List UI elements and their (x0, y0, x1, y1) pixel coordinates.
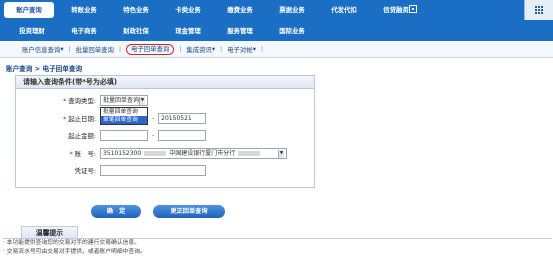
nav-item-account-query[interactable]: 账户查询 (4, 2, 54, 18)
subnav-batch-receipt[interactable]: 批量回单查询 (76, 45, 114, 54)
subnav-integrated-info[interactable]: 集成资讯 ▾ (186, 45, 215, 54)
amount-range-row: 起止金额: - (0, 130, 207, 141)
option-single[interactable]: 单笔回单查询 (101, 116, 147, 124)
dropdown-arrow-icon: ▼ (278, 149, 284, 158)
nav-item-investment[interactable]: 投资理财 (6, 23, 58, 39)
tip-line: · 交易流水号可由交易对手提供，或者账户明细中查询。 (3, 249, 146, 255)
grid-icon (535, 6, 544, 15)
max-amount-field[interactable] (158, 130, 207, 141)
expand-menu-icon[interactable] (409, 5, 417, 13)
tips-content: · 本功能提供查询您的交易对手的建行交易确认信息。 · 交易流水号可由交易对手提… (3, 238, 552, 261)
query-type-select[interactable]: 批量回单查询 ▼ (100, 95, 148, 106)
voucher-row: 凭证号: (0, 165, 206, 176)
subnav-account-info[interactable]: 账户信息查询 ▾ (22, 45, 64, 54)
chevron-down-icon: ▾ (211, 45, 216, 53)
top-navigation: 账户查询 转账业务 特色业务 卡类业务 缴费业务 票据业务 代发代扣 信贷融资 … (0, 0, 553, 41)
chevron-down-icon: ▾ (60, 45, 64, 53)
account-select[interactable]: 3510152300 中国建设银行厦门市分行 ▼ (100, 148, 287, 159)
nav-row-secondary: 投资理财 电子商务 财政社保 现金管理 服务管理 国际业务 (0, 21, 318, 41)
nav-item-ecommerce[interactable]: 电子商务 (58, 23, 110, 39)
sub-navigation: 账户信息查询 ▾ | 批量回单查询 | 电子回单查询 | 集成资讯 ▾ | 电子对帐… (0, 41, 553, 58)
apps-button[interactable] (524, 0, 553, 20)
account-row: * 账 号: 3510152300 中国建设银行厦门市分行 ▼ (0, 148, 287, 159)
switch-query-button[interactable]: 更正回单查询 (153, 205, 225, 218)
query-type-row: * 查询类型: 批量回单查询 ▼ (0, 95, 148, 106)
form-header: 请输入查询条件(带*号为必填) (16, 76, 314, 89)
breadcrumb: 账户查询 > 电子回单查询 (6, 65, 83, 73)
nav-item-agency[interactable]: 代发代扣 (318, 2, 370, 18)
tips-section: 温馨提示 · 本功能提供查询您的交易对手的建行交易确认信息。 · 交易流水号可由… (3, 224, 553, 261)
confirm-button[interactable]: 确 定 (91, 205, 141, 218)
subnav-e-receipt[interactable]: 电子回单查询 (125, 43, 175, 55)
nav-item-service[interactable]: 服务管理 (214, 23, 266, 39)
nav-item-international[interactable]: 国际业务 (266, 23, 318, 39)
min-amount-field[interactable] (100, 130, 148, 141)
nav-item-bill[interactable]: 票据业务 (266, 2, 318, 18)
nav-item-special[interactable]: 特色业务 (110, 2, 162, 18)
voucher-number-field[interactable] (100, 165, 206, 176)
dropdown-arrow-icon: ▼ (139, 96, 145, 105)
nav-item-payment[interactable]: 缴费业务 (214, 2, 266, 18)
subnav-reconciliation[interactable]: 电子对帐 ▾ (227, 45, 256, 54)
nav-item-transfer[interactable]: 转账业务 (58, 2, 110, 18)
nav-item-card[interactable]: 卡类业务 (162, 2, 214, 18)
nav-item-cash[interactable]: 现金管理 (162, 23, 214, 39)
chevron-down-icon: ▾ (252, 45, 256, 53)
nav-row-primary: 账户查询 转账业务 特色业务 卡类业务 缴费业务 票据业务 代发代扣 信贷融资 (0, 0, 422, 20)
nav-item-finance[interactable]: 财政社保 (110, 23, 162, 39)
end-date-field[interactable]: 20150521 (158, 113, 207, 124)
option-batch[interactable]: 批量回单查询 (101, 108, 147, 116)
tip-line: · 本功能提供查询您的交易对手的建行交易确认信息。 (3, 240, 141, 246)
query-type-dropdown: 批量回单查询 单笔回单查询 (100, 107, 148, 125)
